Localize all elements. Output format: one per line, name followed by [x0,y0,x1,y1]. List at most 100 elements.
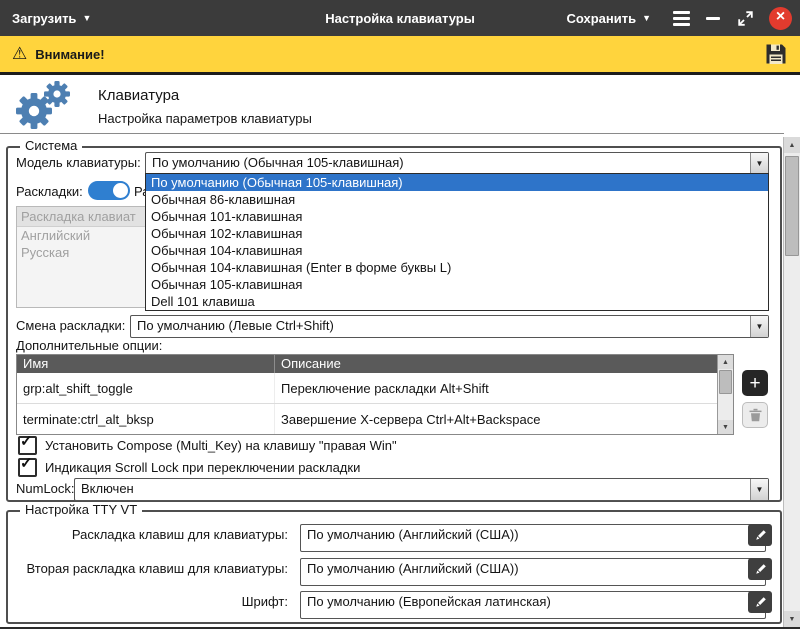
combobox-arrow-icon[interactable]: ▼ [750,316,768,337]
trash-icon [749,408,762,422]
keyboard-settings-window: Загрузить ▼ Настройка клавиатуры Сохрани… [0,0,800,629]
tty-second-layout-label: Вторая раскладка клавиш для клавиатуры: [16,561,288,576]
combobox-arrow-icon[interactable]: ▼ [750,153,768,174]
chevron-down-icon: ▼ [82,14,91,23]
chevron-down-icon: ▼ [642,14,651,23]
table-row[interactable]: terminate:ctrl_alt_bksp Завершение X-сер… [17,404,733,435]
checkbox-checked-icon[interactable]: ✓ [18,458,37,477]
save-button[interactable]: Сохранить ▼ [554,0,663,36]
numlock-label: NumLock: [16,481,75,496]
tty-layout-label: Раскладка клавиш для клавиатуры: [16,527,288,542]
load-button-label: Загрузить [12,11,76,26]
menu-button[interactable] [667,4,695,32]
system-group-legend: Система [20,138,82,153]
scrollbar-track [718,369,733,420]
option-name: terminate:ctrl_alt_bksp [17,404,275,434]
tty-groupbox: Настройка TTY VT Раскладка клавиш для кл… [6,510,782,624]
table-header-row: Имя Описание [17,355,733,373]
edit-tty-second-layout-button[interactable] [748,558,772,580]
option-description: Завершение X-сервера Ctrl+Alt+Backspace [275,412,733,427]
numlock-value: Включен [75,479,750,500]
dropdown-option[interactable]: Обычная 105-клавишная [146,276,768,293]
numlock-combobox[interactable]: Включен ▼ [74,478,769,501]
warning-bar: ⚠ Внимание! [0,36,800,75]
close-button[interactable]: × [769,7,792,30]
combobox-arrow-icon[interactable]: ▼ [750,479,768,500]
keyboard-model-value: По умолчанию (Обычная 105-клавишная) [146,153,750,174]
save-to-disk-button[interactable] [764,42,788,66]
layouts-toggle[interactable] [88,181,130,200]
add-option-button[interactable]: + [742,370,768,396]
list-item[interactable]: Русская [17,244,147,261]
extra-options-label: Дополнительные опции: [16,338,162,353]
minimize-icon [706,17,720,20]
toggle-knob [113,183,128,198]
layouts-list-header: Раскладка клавиат [17,207,147,227]
compose-checkbox-label: Установить Compose (Multi_Key) на клавиш… [45,438,397,453]
layout-switch-label: Смена раскладки: [16,318,125,333]
tty-layout-field[interactable]: По умолчанию (Английский (США)) [300,524,766,552]
scrollbar-thumb[interactable] [719,370,732,394]
layout-switch-combobox[interactable]: По умолчанию (Левые Ctrl+Shift) ▼ [130,315,769,338]
tty-font-row: Шрифт: По умолчанию (Европейская латинск… [16,591,772,613]
close-icon: × [776,8,785,26]
hamburger-icon [673,11,690,26]
tty-layout-row: Раскладка клавиш для клавиатуры: По умол… [16,524,772,546]
dropdown-option[interactable]: Обычная 101-клавишная [146,208,768,225]
tty-group-legend: Настройка TTY VT [20,502,142,517]
layouts-listbox: Раскладка клавиат Английский Русская [16,206,148,308]
window-title: Настройка клавиатуры [325,11,475,26]
pencil-icon [754,596,767,609]
warning-text: Внимание! [35,47,104,62]
scroll-up-icon[interactable]: ▲ [784,137,800,153]
titlebar-actions: Сохранить ▼ × [554,0,800,36]
dropdown-option-selected[interactable]: По умолчанию (Обычная 105-клавишная) [146,174,768,191]
keyboard-model-dropdown-list: По умолчанию (Обычная 105-клавишная) Обы… [145,173,769,311]
scroll-down-icon[interactable]: ▼ [784,611,800,627]
gears-icon [8,80,74,132]
dropdown-option[interactable]: Dell 101 клавиша [146,293,768,310]
scroll-down-icon[interactable]: ▼ [718,420,733,434]
checkbox-checked-icon[interactable]: ✓ [18,436,37,455]
pencil-icon [754,529,767,542]
pencil-icon [754,563,767,576]
table-scrollbar: ▲ ▼ [717,355,733,434]
delete-option-button[interactable] [742,402,768,428]
layout-switch-value: По умолчанию (Левые Ctrl+Shift) [131,316,750,337]
tty-second-layout-row: Вторая раскладка клавиш для клавиатуры: … [16,558,772,580]
tty-font-label: Шрифт: [16,594,288,609]
edit-tty-layout-button[interactable] [748,524,772,546]
scrolllock-checkbox-label: Индикация Scroll Lock при переключении р… [45,460,360,475]
load-button[interactable]: Загрузить ▼ [0,0,103,36]
minimize-button[interactable] [699,4,727,32]
plus-icon: + [749,374,760,393]
expand-icon [738,11,753,26]
system-groupbox: Система Модель клавиатуры: По умолчанию … [6,146,782,502]
dropdown-option[interactable]: Обычная 104-клавишная [146,242,768,259]
extra-options-table: Имя Описание grp:alt_shift_toggle Перекл… [16,354,734,435]
dropdown-option[interactable]: Обычная 102-клавишная [146,225,768,242]
option-name: grp:alt_shift_toggle [17,373,275,403]
save-button-label: Сохранить [566,11,636,26]
scrolllock-checkbox-row[interactable]: ✓ Индикация Scroll Lock при переключении… [18,458,360,477]
compose-checkbox-row[interactable]: ✓ Установить Compose (Multi_Key) на клав… [18,436,397,455]
dropdown-option[interactable]: Обычная 104-клавишная (Enter в форме бук… [146,259,768,276]
dropdown-option[interactable]: Обычная 86-клавишная [146,191,768,208]
table-row[interactable]: grp:alt_shift_toggle Переключение раскла… [17,373,733,404]
layouts-clipped-text: Ра [134,184,145,199]
scrollbar-thumb[interactable] [785,156,799,256]
column-header-name: Имя [17,355,275,373]
edit-tty-font-button[interactable] [748,591,772,613]
titlebar: Загрузить ▼ Настройка клавиатуры Сохрани… [0,0,800,36]
scrollbar-track [784,153,800,611]
floppy-disk-icon [764,42,788,66]
tty-font-field[interactable]: По умолчанию (Европейская латинская) [300,591,766,619]
option-description: Переключение раскладки Alt+Shift [275,381,733,396]
keyboard-model-combobox[interactable]: По умолчанию (Обычная 105-клавишная) ▼ [145,152,769,175]
list-item[interactable]: Английский [17,227,147,244]
page-header: Клавиатура Настройка параметров клавиату… [8,80,312,132]
fullscreen-button[interactable] [731,4,759,32]
page-scrollbar: ▲ ▼ [783,137,800,627]
tty-second-layout-field[interactable]: По умолчанию (Английский (США)) [300,558,766,586]
scroll-up-icon[interactable]: ▲ [718,355,733,369]
